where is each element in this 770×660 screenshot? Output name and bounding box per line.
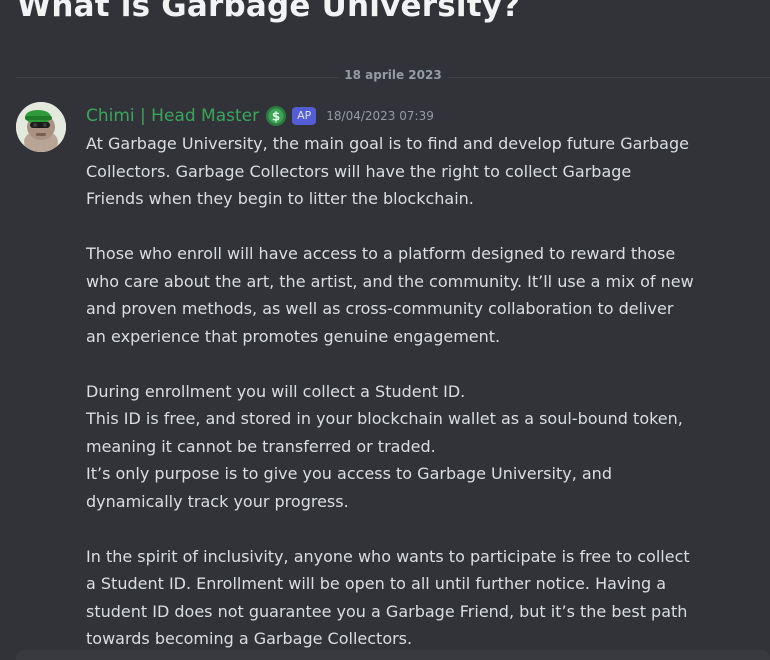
- text-line: towards becoming a Garbage Collectors.: [86, 629, 413, 648]
- text-line: Collectors. Garbage Collectors will have…: [86, 161, 632, 181]
- avatar-image: [16, 102, 66, 152]
- paragraph-2: Those who enroll will have access to a p…: [86, 240, 756, 350]
- text-line: It’s only purpose is to give you access …: [86, 464, 612, 483]
- text-line: an experience that promotes genuine enga…: [86, 326, 501, 346]
- paragraph-3: During enrollment you will collect a Stu…: [86, 378, 756, 516]
- date-divider: 18 aprile 2023: [16, 68, 770, 82]
- avatar[interactable]: [16, 102, 66, 152]
- text-line: dynamically track your progress.: [86, 491, 349, 511]
- svg-text:$: $: [272, 110, 280, 124]
- text-line: During enrollment you will collect a Stu…: [86, 381, 466, 401]
- text-line: who care about the art, the artist, and …: [86, 271, 694, 291]
- paragraph-4: In the spirit of inclusivity, anyone who…: [86, 543, 756, 653]
- app-tag-badge: AP: [292, 107, 317, 125]
- author-name[interactable]: Chimi | Head Master: [86, 106, 259, 126]
- message-content: At Garbage University, the main goal is …: [86, 130, 756, 660]
- text-line: At Garbage University, the main goal is …: [86, 134, 689, 153]
- paragraph-1: At Garbage University, the main goal is …: [86, 130, 756, 213]
- message-header: Chimi | Head Master $ AP 18/04/2023 07:3…: [86, 104, 434, 128]
- text-line: Friends when they begin to litter the bl…: [86, 189, 474, 208]
- date-divider-label: 18 aprile 2023: [338, 68, 448, 82]
- dollar-badge-icon[interactable]: $: [265, 105, 287, 127]
- text-line: meaning it cannot be transferred or trad…: [86, 436, 436, 456]
- text-line: and proven methods, as well as cross-com…: [86, 299, 674, 318]
- text-line: In the spirit of inclusivity, anyone who…: [86, 546, 690, 566]
- text-line: Those who enroll will have access to a p…: [86, 244, 676, 263]
- text-line: This ID is free, and stored in your bloc…: [86, 409, 683, 428]
- text-line: student ID does not guarantee you a Garb…: [86, 601, 688, 621]
- page-title: What is Garbage University?: [17, 0, 521, 24]
- timestamp[interactable]: 18/04/2023 07:39: [326, 109, 434, 123]
- text-line: a Student ID. Enrollment will be open to…: [86, 574, 666, 593]
- message-input-bar-edge[interactable]: [16, 650, 770, 660]
